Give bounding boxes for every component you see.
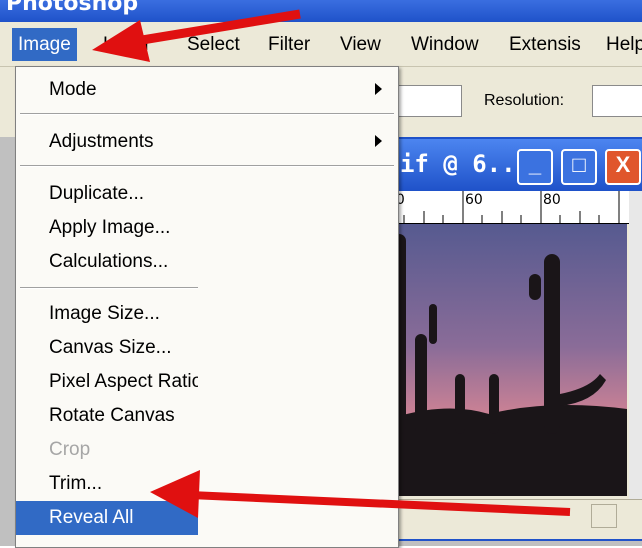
menu-layer[interactable]: Layer bbox=[103, 34, 151, 56]
scroll-right-button[interactable] bbox=[591, 504, 617, 528]
menu-item-reveal-all[interactable]: Reveal All bbox=[16, 501, 198, 535]
menu-item-calculations[interactable]: Calculations... bbox=[16, 245, 198, 279]
menu-bar: Image Layer Select Filter View Window Ex… bbox=[0, 22, 642, 67]
options-field[interactable] bbox=[398, 85, 462, 117]
menu-extensis[interactable]: Extensis bbox=[509, 34, 581, 56]
maximize-button[interactable]: □ bbox=[561, 149, 597, 185]
menu-item-crop: Crop bbox=[49, 439, 91, 460]
minimize-icon: _ bbox=[528, 152, 542, 177]
menu-separator bbox=[20, 287, 198, 289]
vertical-scrollbar[interactable] bbox=[629, 191, 642, 501]
menu-item-rotate-canvas[interactable]: Rotate Canvas bbox=[16, 399, 198, 433]
app-title-bar: Photoshop bbox=[0, 0, 642, 22]
app-title: Photoshop bbox=[6, 0, 139, 16]
menu-item-duplicate[interactable]: Duplicate... bbox=[16, 177, 198, 211]
maximize-icon: □ bbox=[572, 152, 586, 177]
ruler-label-60: 60 bbox=[465, 192, 483, 208]
menu-window[interactable]: Window bbox=[411, 34, 479, 56]
menu-image[interactable]: Image bbox=[12, 28, 77, 61]
submenu-arrow-icon bbox=[375, 83, 382, 95]
image-menu-dropdown: Mode Adjustments Duplicate... Apply Imag… bbox=[15, 66, 399, 548]
menu-item-canvas-size[interactable]: Canvas Size... bbox=[16, 331, 198, 365]
close-button[interactable]: X bbox=[605, 149, 641, 185]
menu-item-pixel-aspect-ratio[interactable]: Pixel Aspect Ratio bbox=[16, 365, 198, 399]
menu-select[interactable]: Select bbox=[187, 34, 240, 56]
menu-view[interactable]: View bbox=[340, 34, 381, 56]
menu-filter[interactable]: Filter bbox=[268, 34, 310, 56]
submenu-arrow-icon bbox=[375, 135, 382, 147]
close-icon: X bbox=[615, 152, 631, 177]
menu-visible-region: Duplicate... Apply Image... Calculations… bbox=[16, 67, 198, 547]
menu-help[interactable]: Help bbox=[606, 34, 642, 56]
minimize-button[interactable]: _ bbox=[517, 149, 553, 185]
resolution-label: Resolution: bbox=[484, 92, 565, 109]
menu-item-image-size[interactable]: Image Size... bbox=[16, 297, 198, 331]
menu-item-apply-image[interactable]: Apply Image... bbox=[16, 211, 198, 245]
menu-item-trim[interactable]: Trim... bbox=[16, 467, 198, 501]
ruler-label-80: 80 bbox=[543, 192, 561, 208]
resolution-input[interactable] bbox=[592, 85, 642, 117]
